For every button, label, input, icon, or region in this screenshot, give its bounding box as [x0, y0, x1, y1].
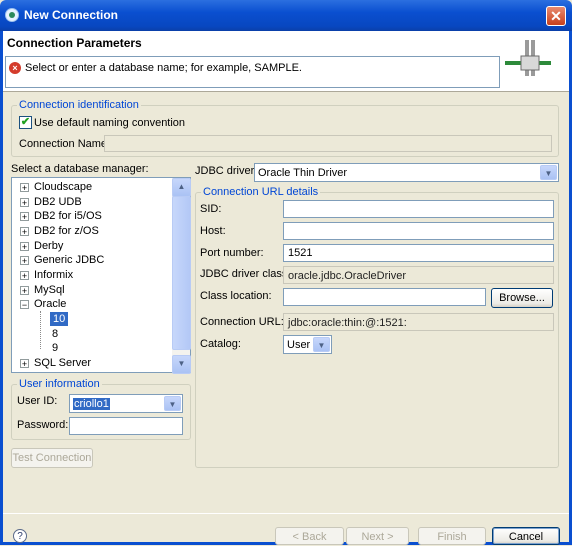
tree-item-generic-jdbc[interactable]: Generic JDBC	[34, 253, 104, 267]
password-label: Password:	[17, 419, 69, 431]
tree-item-informix[interactable]: Informix	[34, 268, 73, 282]
tree-item-oracle[interactable]: Oracle	[34, 297, 66, 311]
connection-name-label: Connection Name:	[19, 138, 111, 150]
host-label: Host:	[200, 225, 226, 237]
window-frame-left	[0, 31, 3, 545]
user-id-label: User ID:	[17, 395, 58, 407]
error-icon: ×	[9, 62, 21, 74]
connection-url-value: jdbc:oracle:thin:@:1521:	[283, 313, 554, 331]
back-button[interactable]: < Back	[275, 527, 344, 545]
catalog-label: Catalog:	[200, 338, 241, 350]
finish-button[interactable]: Finish	[418, 527, 486, 545]
port-number-field[interactable]: 1521	[283, 244, 554, 262]
app-icon	[5, 8, 19, 22]
connection-url-details-legend: Connection URL details	[201, 186, 321, 198]
tree-item-mysql[interactable]: MySql	[34, 283, 65, 297]
tree-item-derby[interactable]: Derby	[34, 239, 63, 253]
tree-item-db2-i5os[interactable]: DB2 for i5/OS	[34, 209, 102, 223]
tree-scrollbar[interactable]: ▲ ▼	[172, 178, 191, 374]
sid-field[interactable]	[283, 200, 554, 218]
footer-separator	[3, 513, 569, 514]
tree-expander[interactable]: +	[20, 242, 29, 252]
test-connection-button[interactable]: Test Connection	[11, 448, 93, 468]
chevron-down-icon[interactable]: ▼	[540, 165, 557, 180]
tree-expander[interactable]: +	[20, 183, 29, 193]
connection-name-field[interactable]	[104, 135, 552, 152]
tree-expander[interactable]: +	[20, 359, 29, 369]
sid-label: SID:	[200, 203, 222, 215]
use-default-naming-label: Use default naming convention	[34, 117, 186, 129]
help-icon[interactable]: ?	[13, 529, 27, 543]
db-manager-label: Select a database manager:	[11, 163, 149, 175]
browse-button[interactable]: Browse...	[491, 288, 553, 308]
host-field[interactable]	[283, 222, 554, 240]
tree-item-sql-server[interactable]: SQL Server	[34, 356, 91, 370]
page-title: Connection Parameters	[7, 36, 142, 50]
database-connection-banner-icon	[505, 40, 551, 76]
next-button[interactable]: Next >	[346, 527, 409, 545]
class-location-field[interactable]	[283, 288, 486, 306]
scroll-up-button[interactable]: ▲	[172, 178, 191, 197]
error-message: Select or enter a database name; for exa…	[25, 62, 302, 74]
tree-expander[interactable]: +	[20, 212, 29, 222]
user-id-value: criollo1	[73, 398, 110, 410]
tree-item-db2-udb[interactable]: DB2 UDB	[34, 195, 82, 209]
port-number-label: Port number:	[200, 247, 264, 259]
scroll-thumb[interactable]	[172, 196, 191, 350]
user-information-legend: User information	[17, 378, 102, 390]
jdbc-driver-value: Oracle Thin Driver	[258, 167, 348, 179]
class-location-label: Class location:	[200, 290, 272, 302]
connection-url-label: Connection URL:	[200, 316, 284, 328]
jdbc-driver-select[interactable]: Oracle Thin Driver ▼	[254, 163, 559, 182]
scroll-down-button[interactable]: ▼	[172, 355, 191, 374]
jdbc-driver-label: JDBC driver:	[195, 165, 258, 177]
tree-item-oracle-10[interactable]: 10	[50, 312, 69, 326]
use-default-naming-checkbox[interactable]: ✔	[19, 116, 32, 129]
password-field[interactable]	[69, 417, 183, 435]
tree-item-cloudscape[interactable]: Cloudscape	[34, 180, 92, 194]
tree-expander[interactable]: +	[20, 198, 29, 208]
window-title: New Connection	[24, 8, 119, 22]
tree-expander[interactable]: +	[20, 286, 29, 296]
tree-expander[interactable]: +	[20, 256, 29, 266]
cancel-button[interactable]: Cancel	[492, 527, 560, 545]
tree-item-oracle-8[interactable]: 8	[52, 327, 58, 341]
tree-expander[interactable]: −	[20, 300, 29, 310]
jdbc-driver-class-label: JDBC driver class:	[200, 268, 291, 280]
jdbc-driver-class-value: oracle.jdbc.OracleDriver	[283, 266, 554, 284]
catalog-value: User	[287, 339, 311, 351]
tree-item-db2-zos[interactable]: DB2 for z/OS	[34, 224, 99, 238]
close-button[interactable]: ✕	[546, 6, 566, 26]
catalog-select[interactable]: User ▼	[283, 335, 332, 354]
tree-expander[interactable]: +	[20, 271, 29, 281]
connection-identification-legend: Connection identification	[17, 99, 141, 111]
chevron-down-icon[interactable]: ▼	[313, 337, 330, 352]
user-id-combo[interactable]: criollo1 ▼	[69, 394, 183, 413]
chevron-down-icon[interactable]: ▼	[164, 396, 181, 411]
tree-expander[interactable]: +	[20, 227, 29, 237]
tree-item-oracle-9[interactable]: 9	[52, 341, 58, 355]
tree-connector-line	[40, 311, 41, 349]
